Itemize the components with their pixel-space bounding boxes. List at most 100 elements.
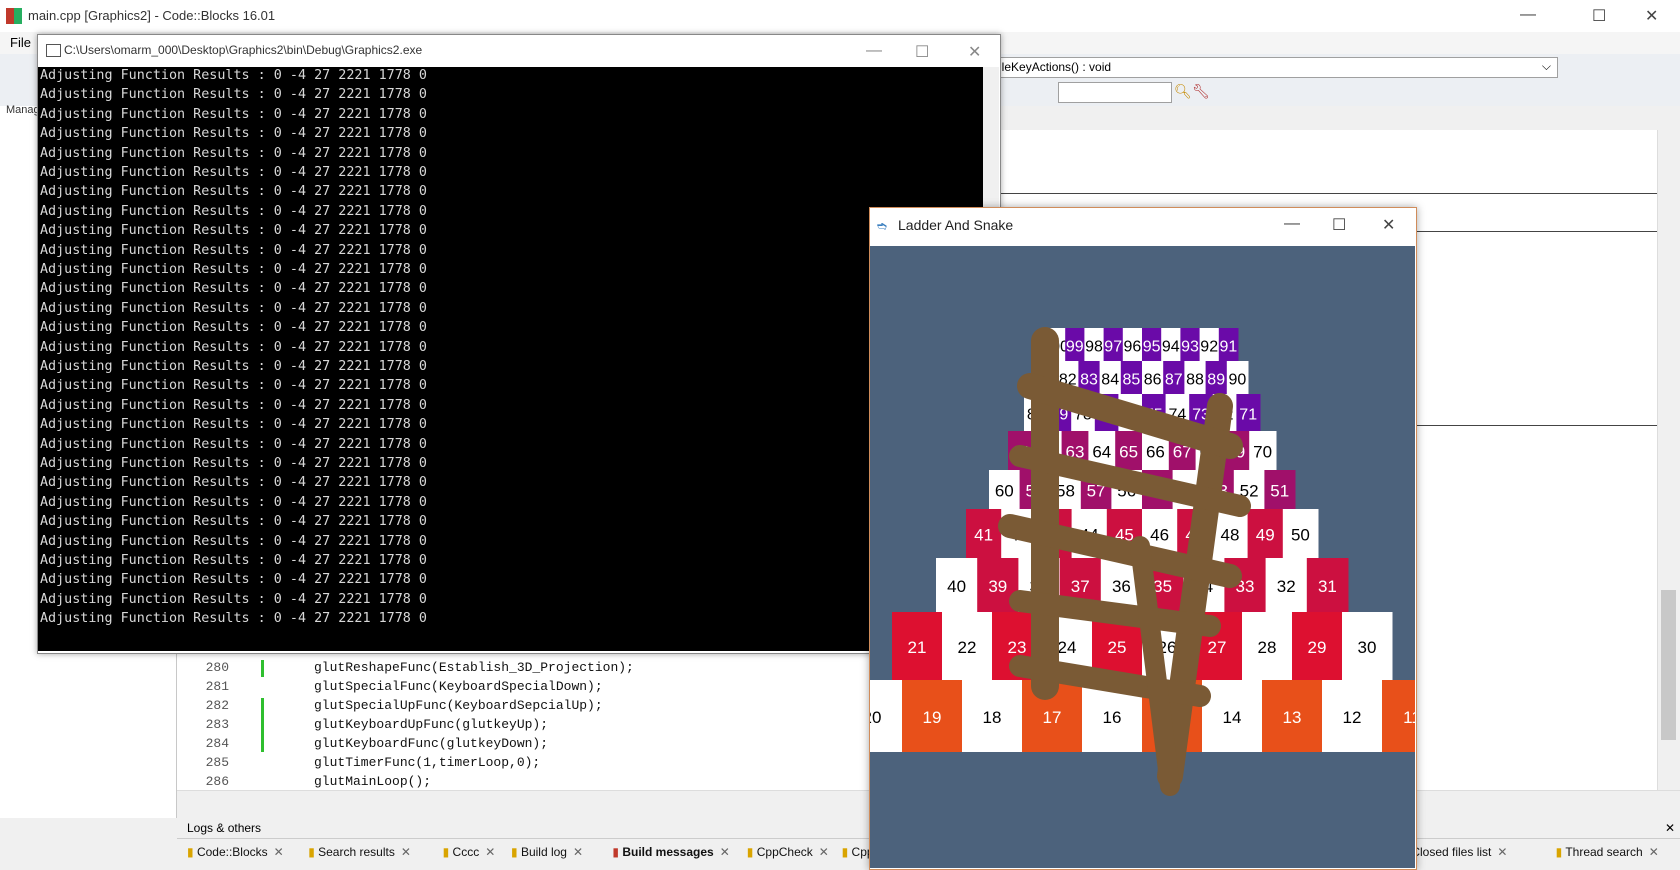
game-maximize-button[interactable]: ☐ [1332, 215, 1346, 235]
close-icon[interactable]: ✕ [401, 845, 411, 859]
board-svg: 1009998979695949392918182838485868788899… [870, 327, 1415, 796]
close-icon[interactable]: ✕ [485, 845, 495, 859]
code-line[interactable]: glutSpecialFunc(KeyboardSpecialDown); [314, 679, 603, 694]
board-cell-number: 13 [1283, 708, 1302, 727]
console-line: Adjusting Function Results : 0 -4 27 222… [40, 242, 427, 258]
logs-tab[interactable]: ▮ Thread search ✕ [1556, 845, 1659, 859]
console-line: Adjusting Function Results : 0 -4 27 222… [40, 572, 427, 588]
console-app-icon [46, 44, 61, 57]
console-line: Adjusting Function Results : 0 -4 27 222… [40, 68, 427, 83]
close-icon[interactable]: ✕ [274, 845, 284, 859]
function-selector-dropdown[interactable]: dleKeyActions() : void ⌵ [990, 57, 1558, 78]
tab-icon: ▮ [442, 845, 453, 859]
board-cell-number: 85 [1123, 372, 1141, 389]
console-maximize-button[interactable]: ☐ [915, 42, 929, 62]
management-panel-label: Manag [6, 104, 40, 116]
close-icon[interactable]: ✕ [573, 845, 583, 859]
console-close-button[interactable]: ✕ [968, 42, 981, 62]
tab-icon: ▮ [187, 845, 197, 859]
logs-tab-label: Thread search [1565, 845, 1643, 859]
code-line[interactable]: glutKeyboardFunc(glutkeyDown); [314, 736, 548, 751]
game-canvas[interactable]: 1009998979695949392918182838485868788899… [870, 246, 1415, 868]
logs-tab-label: CppCheck [756, 845, 813, 859]
board-cell-number: 49 [1256, 526, 1275, 545]
search-icon[interactable]: 🔍︎ [1174, 83, 1192, 100]
code-line[interactable]: glutTimerFunc(1,timerLoop,0); [314, 755, 540, 770]
board-cell-number: 89 [1207, 372, 1225, 389]
board-cell-number: 21 [908, 638, 927, 657]
console-line: Adjusting Function Results : 0 -4 27 222… [40, 262, 427, 277]
editor-separator-line [1415, 425, 1657, 426]
logs-tab[interactable]: ▮ Code::Blocks ✕ [187, 845, 284, 859]
board-cell-number: 30 [1358, 638, 1377, 657]
board-cell-number: 12 [1343, 708, 1362, 727]
close-icon[interactable]: ✕ [720, 845, 730, 859]
game-close-button[interactable]: ✕ [1382, 215, 1395, 235]
board-cell-number: 41 [974, 526, 993, 545]
search-text-combo[interactable] [1058, 82, 1172, 103]
ide-close-button[interactable]: ✕ [1645, 6, 1658, 26]
console-line: Adjusting Function Results : 0 -4 27 222… [40, 223, 427, 239]
console-line: Adjusting Function Results : 0 -4 27 222… [40, 184, 427, 200]
board-cell-number: 64 [1092, 443, 1111, 462]
logs-tab[interactable]: ▮ Closed files list✕ [1401, 845, 1507, 859]
board-cell-number: 32 [1277, 577, 1296, 596]
board-cell-number: 50 [1291, 526, 1310, 545]
board-cell-number: 99 [1066, 339, 1084, 356]
board-cell-number: 20 [870, 708, 881, 727]
close-icon[interactable]: ✕ [1497, 845, 1507, 859]
editor-scrollbar-thumb[interactable] [1661, 590, 1676, 740]
line-number: 283 [205, 717, 229, 732]
console-line: Adjusting Function Results : 0 -4 27 222… [40, 339, 427, 355]
chevron-down-icon: ⌵ [1541, 59, 1551, 73]
code-line[interactable]: glutSpecialUpFunc(KeyboardSepcialUp); [314, 698, 603, 713]
console-line: Adjusting Function Results : 0 -4 27 222… [40, 300, 427, 316]
ide-minimize-button[interactable]: — [1520, 6, 1536, 24]
change-marker [261, 660, 264, 677]
close-icon[interactable]: ✕ [1649, 845, 1659, 859]
console-line: Adjusting Function Results : 0 -4 27 222… [40, 145, 427, 161]
ide-window-title: main.cpp [Graphics2] - Code::Blocks 16.0… [28, 8, 276, 23]
tab-icon: ▮ [612, 845, 623, 859]
ide-maximize-button[interactable]: ☐ [1592, 6, 1606, 26]
console-line: Adjusting Function Results : 0 -4 27 222… [40, 106, 427, 122]
console-line: Adjusting Function Results : 0 -4 27 222… [40, 456, 427, 471]
console-line: Adjusting Function Results : 0 -4 27 222… [40, 281, 427, 297]
wrench-icon[interactable]: 🔧︎ [1192, 83, 1210, 100]
logs-tab[interactable]: ▮ Search results ✕ [308, 845, 411, 859]
console-output[interactable]: Adjusting Function Results : 0 -4 27 222… [38, 67, 983, 651]
code-line[interactable]: glutReshapeFunc(Establish_3D_Projection)… [314, 660, 634, 675]
board-cell-number: 11 [1403, 708, 1415, 727]
close-icon[interactable]: ✕ [819, 845, 829, 859]
board-cell-number: 36 [1112, 577, 1131, 596]
game-minimize-button[interactable]: — [1284, 215, 1300, 233]
board-cell-number: 86 [1144, 372, 1162, 389]
menu-file[interactable]: File [10, 35, 31, 50]
board-cell-number: 70 [1253, 443, 1272, 462]
line-number: 284 [205, 736, 229, 751]
logs-tab[interactable]: ▮ Cccc ✕ [443, 845, 496, 859]
board-cell-number: 97 [1104, 339, 1122, 356]
console-line: Adjusting Function Results : 0 -4 27 222… [40, 87, 427, 103]
tab-icon: ▮ [841, 845, 852, 859]
board-cell-number: 92 [1200, 339, 1218, 356]
line-number: 286 [205, 774, 229, 789]
line-number: 285 [205, 755, 229, 770]
console-line: Adjusting Function Results : 0 -4 27 222… [40, 320, 427, 336]
line-number: 282 [205, 698, 229, 713]
game-window-title: Ladder And Snake [898, 217, 1014, 233]
logs-tab[interactable]: ▮ Build messages ✕ [612, 845, 729, 859]
console-minimize-button[interactable]: — [866, 42, 882, 60]
board-cell-number: 24 [1058, 638, 1077, 657]
logs-tab-label: Cccc [452, 845, 480, 859]
logs-panel-title: Logs & others [187, 821, 262, 835]
codeblocks-app-icon [6, 8, 22, 24]
board-cell-number: 22 [958, 638, 977, 657]
logs-close-icon[interactable]: ✕ [1665, 821, 1675, 835]
logs-tab[interactable]: ▮ Build log ✕ [511, 845, 583, 859]
logs-tab[interactable]: ▮ CppCheck ✕ [747, 845, 829, 859]
code-line[interactable]: glutKeyboardUpFunc(glutkeyUp); [314, 717, 548, 732]
board-cell-number: 48 [1221, 526, 1240, 545]
console-line: Adjusting Function Results : 0 -4 27 222… [40, 611, 427, 627]
code-line[interactable]: glutMainLoop(); [314, 774, 431, 789]
